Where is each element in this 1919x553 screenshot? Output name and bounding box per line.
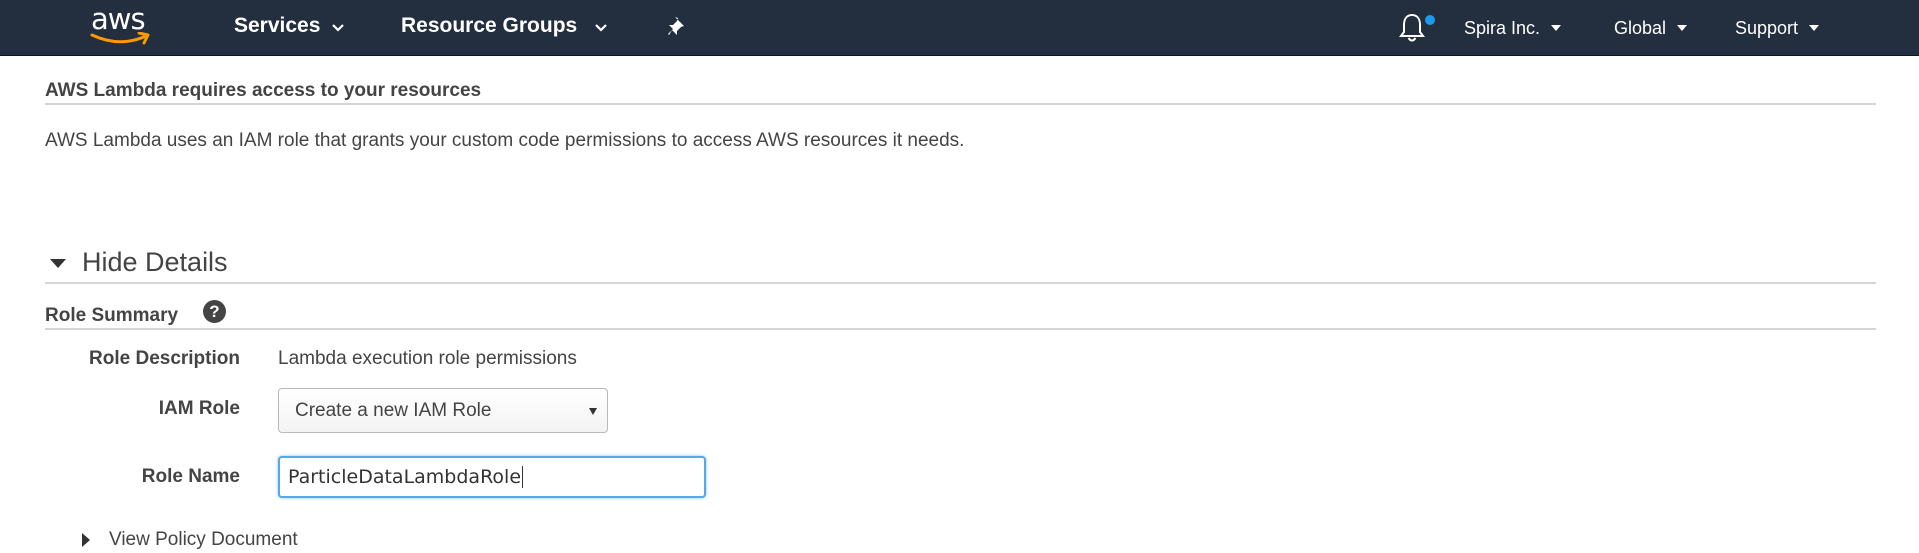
account-menu[interactable]: Spira Inc. — [1464, 14, 1562, 42]
region-menu[interactable]: Global — [1614, 14, 1688, 42]
hide-details-label: Hide Details — [82, 247, 228, 277]
aws-smile-icon — [90, 32, 150, 45]
services-menu[interactable]: Services — [234, 12, 345, 40]
support-label: Support — [1735, 17, 1799, 38]
view-policy-document-toggle[interactable]: View Policy Document — [82, 529, 298, 551]
role-name-label: Role Name — [141, 466, 240, 487]
top-nav-bar: aws Services Resource Groups Spira Inc. — [0, 0, 1919, 56]
iam-role-selected-value: Create a new IAM Role — [295, 399, 492, 421]
divider — [45, 103, 1876, 105]
region-label: Global — [1614, 17, 1667, 38]
view-policy-document-label: View Policy Document — [109, 529, 298, 550]
resource-groups-menu[interactable]: Resource Groups — [401, 12, 607, 40]
iam-role-label: IAM Role — [158, 398, 240, 419]
help-icon[interactable]: ? — [203, 300, 226, 323]
role-summary-title: Role Summary — [45, 305, 179, 326]
chevron-down-icon — [332, 14, 345, 38]
services-label: Services — [234, 14, 321, 37]
caret-down-icon — [589, 408, 597, 415]
access-description: AWS Lambda uses an IAM role that grants … — [45, 130, 965, 151]
text-cursor — [522, 466, 524, 488]
triangle-down-icon — [50, 259, 66, 268]
access-section-title: AWS Lambda requires access to your resou… — [45, 80, 482, 101]
triangle-right-icon — [82, 533, 90, 547]
role-name-value: ParticleDataLambdaRole — [288, 466, 522, 488]
aws-logo[interactable]: aws — [88, 2, 154, 50]
chevron-down-icon — [595, 14, 607, 38]
caret-down-icon — [1551, 25, 1562, 31]
caret-down-icon — [1809, 25, 1820, 31]
role-name-input[interactable]: ParticleDataLambdaRole — [278, 456, 706, 498]
divider — [45, 282, 1876, 284]
bell-icon[interactable] — [1398, 12, 1435, 44]
support-menu[interactable]: Support — [1735, 14, 1820, 42]
resource-groups-label: Resource Groups — [401, 14, 578, 37]
iam-role-select[interactable]: Create a new IAM Role — [278, 388, 608, 433]
notification-dot — [1425, 15, 1435, 25]
account-label: Spira Inc. — [1464, 17, 1541, 38]
pin-icon[interactable] — [666, 14, 690, 40]
caret-down-icon — [1677, 25, 1688, 31]
role-description-label: Role Description — [89, 348, 240, 369]
role-description-value: Lambda execution role permissions — [278, 348, 577, 369]
divider — [45, 328, 1876, 330]
hide-details-toggle[interactable]: Hide Details — [50, 247, 228, 278]
aws-logo-text: aws — [91, 2, 146, 36]
